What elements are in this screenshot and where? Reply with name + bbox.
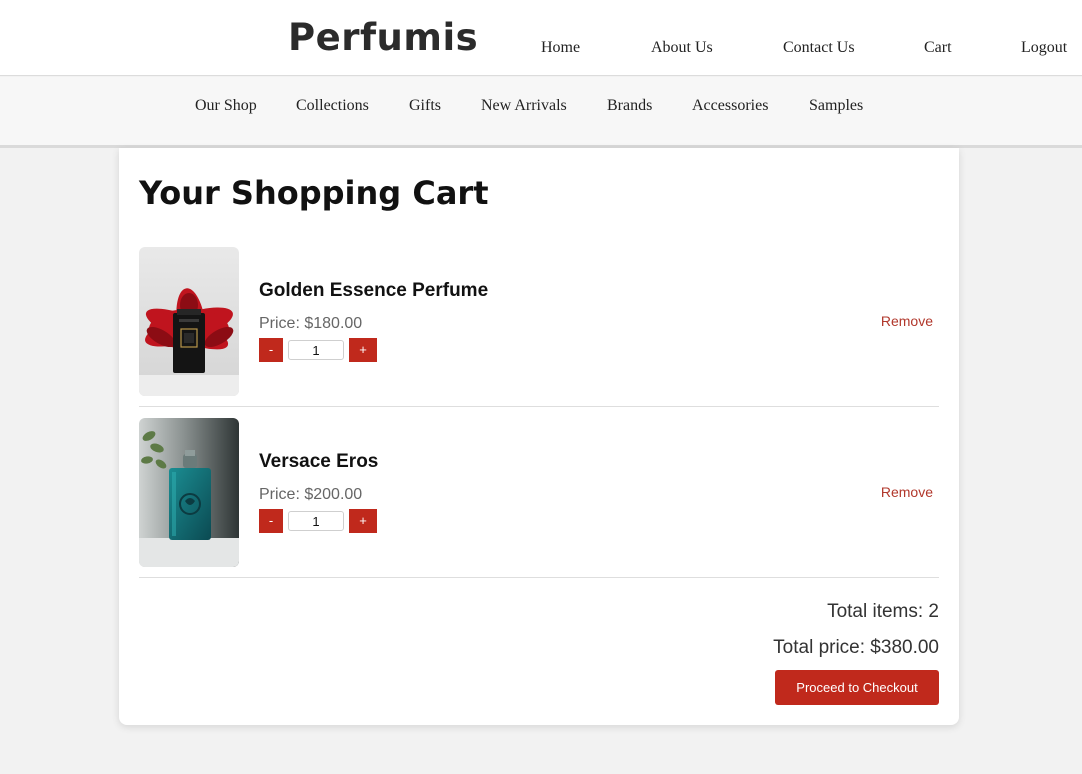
- product-name: Golden Essence Perfume: [259, 280, 489, 301]
- cart-item: Golden Essence Perfume Price: $180.00 - …: [139, 247, 939, 407]
- remove-item-link[interactable]: Remove: [881, 484, 933, 500]
- decrease-quantity-button[interactable]: -: [259, 338, 283, 362]
- black-perfume-bottle-image: [139, 247, 239, 396]
- category-accessories-link[interactable]: Accessories: [692, 97, 768, 115]
- product-image: [139, 418, 239, 567]
- cart-item: Versace Eros Price: $200.00 - + Remove: [139, 418, 939, 578]
- increase-quantity-button[interactable]: +: [349, 509, 377, 533]
- checkout-button[interactable]: Proceed to Checkout: [775, 670, 939, 705]
- nav-logout-link[interactable]: Logout: [1021, 39, 1067, 57]
- product-image: [139, 247, 239, 396]
- category-gifts-link[interactable]: Gifts: [409, 97, 441, 115]
- total-price: Total price: $380.00: [773, 637, 939, 658]
- category-our-shop-link[interactable]: Our Shop: [195, 97, 257, 115]
- product-price: Price: $180.00: [259, 315, 363, 332]
- nav-cart-link[interactable]: Cart: [924, 39, 952, 57]
- cart-panel: Your Shopping Cart Golden Essence Perfum…: [119, 148, 959, 725]
- increase-quantity-button[interactable]: +: [349, 338, 377, 362]
- remove-item-link[interactable]: Remove: [881, 313, 933, 329]
- brand-logo[interactable]: Perfumis: [288, 16, 478, 59]
- page-title: Your Shopping Cart: [139, 174, 489, 212]
- category-collections-link[interactable]: Collections: [296, 97, 369, 115]
- decrease-quantity-button[interactable]: -: [259, 509, 283, 533]
- category-brands-link[interactable]: Brands: [607, 97, 652, 115]
- product-price: Price: $200.00: [259, 486, 363, 503]
- nav-about-us-link[interactable]: About Us: [651, 39, 713, 57]
- nav-contact-us-link[interactable]: Contact Us: [783, 39, 855, 57]
- category-nav: Our Shop Collections Gifts New Arrivals …: [0, 77, 1082, 148]
- category-samples-link[interactable]: Samples: [809, 97, 863, 115]
- teal-perfume-bottle-image: [139, 418, 239, 567]
- category-new-arrivals-link[interactable]: New Arrivals: [481, 97, 567, 115]
- nav-home-link[interactable]: Home: [541, 39, 580, 57]
- total-items: Total items: 2: [827, 601, 939, 622]
- product-name: Versace Eros: [259, 451, 379, 472]
- top-header: Perfumis Home About Us Contact Us Cart L…: [0, 0, 1082, 76]
- quantity-input[interactable]: [288, 511, 344, 531]
- quantity-input[interactable]: [288, 340, 344, 360]
